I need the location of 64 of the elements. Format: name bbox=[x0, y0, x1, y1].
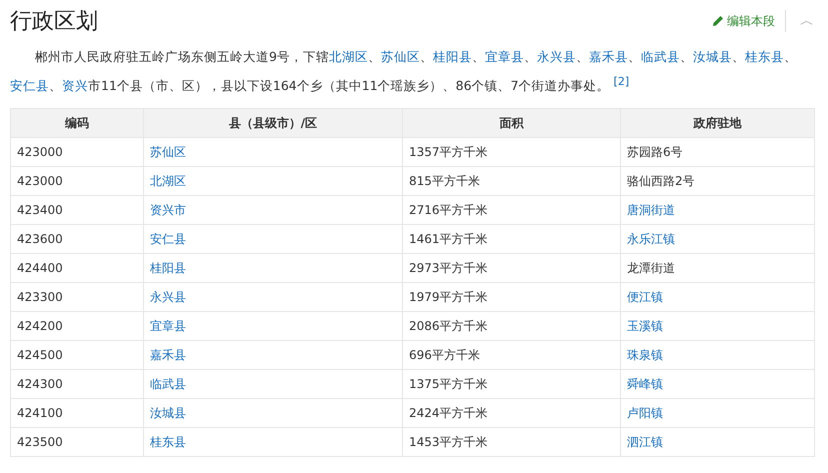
table-cell: 423000 bbox=[10, 166, 144, 196]
table-cell: 2086平方千米 bbox=[402, 312, 620, 341]
county-link[interactable]: 宜章县 bbox=[150, 318, 186, 333]
table-cell: 龙潭街道 bbox=[620, 254, 814, 283]
text-link[interactable]: 永兴县 bbox=[536, 49, 576, 64]
seat-link[interactable]: 舜峰镇 bbox=[627, 376, 663, 391]
table-cell: 2973平方千米 bbox=[402, 254, 620, 283]
text-link[interactable]: 桂阳县 bbox=[432, 49, 472, 64]
footnote-link[interactable]: [2] bbox=[614, 75, 630, 88]
column-header: 政府驻地 bbox=[620, 108, 814, 138]
edit-section-link[interactable]: 编辑本段 bbox=[712, 12, 775, 30]
table-cell: 423300 bbox=[10, 282, 144, 312]
table-cell: 苏园路6号 bbox=[620, 138, 814, 167]
table-cell: 423000 bbox=[10, 138, 144, 167]
seat-link[interactable]: 卢阳镇 bbox=[627, 406, 663, 420]
seat-link[interactable]: 便江镇 bbox=[627, 290, 663, 304]
seat-link[interactable]: 珠泉镇 bbox=[627, 348, 663, 362]
table-cell: 424200 bbox=[10, 312, 144, 341]
table-cell: 2424平方千米 bbox=[402, 398, 620, 428]
county-link[interactable]: 桂阳县 bbox=[150, 260, 186, 275]
section-title: 行政区划 bbox=[10, 8, 98, 36]
table-cell: 2716平方千米 bbox=[402, 196, 620, 225]
table-cell: 423600 bbox=[10, 224, 144, 254]
table-cell: 424500 bbox=[10, 340, 144, 370]
table-cell: 1357平方千米 bbox=[402, 138, 620, 167]
table-cell: 424400 bbox=[10, 254, 144, 283]
text-link[interactable]: 资兴 bbox=[62, 78, 88, 94]
table-cell: 423400 bbox=[10, 196, 144, 225]
seat-link[interactable]: 泗江镇 bbox=[627, 434, 663, 449]
county-link[interactable]: 北湖区 bbox=[150, 174, 186, 188]
table-cell: 815平方千米 bbox=[402, 166, 620, 196]
county-link[interactable]: 安仁县 bbox=[150, 232, 186, 246]
text-link[interactable]: 宜章县 bbox=[484, 49, 524, 64]
column-header: 面积 bbox=[402, 108, 620, 138]
table-cell: 骆仙西路2号 bbox=[620, 166, 814, 196]
county-link[interactable]: 苏仙区 bbox=[150, 144, 186, 159]
column-header: 县（县级市）/区 bbox=[144, 108, 402, 138]
seat-link[interactable]: 唐洞街道 bbox=[627, 202, 675, 217]
text-link[interactable]: 北湖区 bbox=[328, 49, 368, 64]
county-link[interactable]: 汝城县 bbox=[150, 406, 186, 420]
text-link[interactable]: 桂东县 bbox=[744, 49, 784, 64]
pencil-icon bbox=[712, 15, 724, 27]
text-link[interactable]: 嘉禾县 bbox=[588, 49, 628, 64]
table-cell: 424300 bbox=[10, 370, 144, 399]
table-cell: 423500 bbox=[10, 428, 144, 457]
county-link[interactable]: 永兴县 bbox=[150, 290, 186, 304]
table-cell: 1979平方千米 bbox=[402, 282, 620, 312]
table-cell: 424100 bbox=[10, 398, 144, 428]
paragraph: 郴州市人民政府驻五岭广场东侧五岭大道9号，下辖北湖区、苏仙区、桂阳县、宜章县、永兴县、嘉禾县、临武县、汝城县、桂东县、 安仁县、资兴市11个县（市、区），县以下设164个乡（其中11个瑶族乡）、86个镇、7个街道办事处。 $^{[2]}$ bbox=[10, 48, 798, 96]
table-cell: 1453平方千米 bbox=[402, 428, 620, 457]
table-cell: 1375平方千米 bbox=[402, 370, 620, 399]
seat-link[interactable]: 永乐江镇 bbox=[627, 232, 675, 246]
text-link[interactable]: 安仁县 bbox=[10, 78, 49, 94]
table-cell: 1461平方千米 bbox=[402, 224, 620, 254]
column-header: 编码 bbox=[10, 108, 144, 138]
table-cell: 696平方千米 bbox=[402, 340, 620, 370]
text-link[interactable]: 汝城县 bbox=[692, 49, 732, 64]
county-link[interactable]: 资兴市 bbox=[150, 202, 186, 217]
seat-link[interactable]: 玉溪镇 bbox=[627, 318, 663, 333]
county-link[interactable]: 临武县 bbox=[150, 376, 186, 391]
text-link[interactable]: 临武县 bbox=[640, 49, 680, 64]
county-link[interactable]: 嘉禾县 bbox=[150, 348, 186, 362]
county-link[interactable]: 桂东县 bbox=[150, 434, 186, 449]
text-link[interactable]: 苏仙区 bbox=[380, 49, 420, 64]
